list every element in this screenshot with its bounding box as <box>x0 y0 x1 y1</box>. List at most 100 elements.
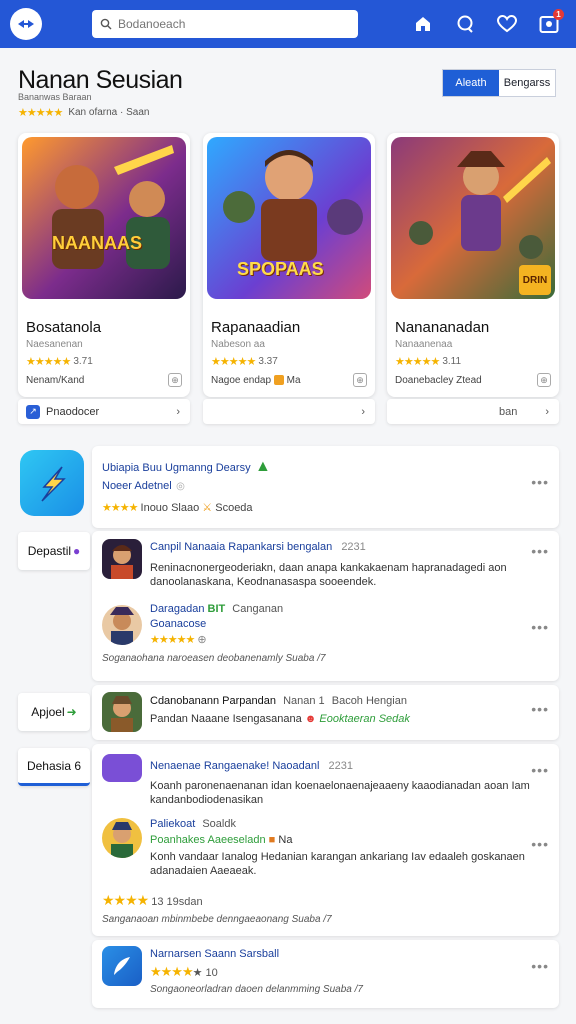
featured-app-icon[interactable] <box>20 450 84 516</box>
arrow-icon: › <box>361 405 365 418</box>
search-bar[interactable] <box>92 10 358 38</box>
game-art-text: SPOPAAS <box>237 259 324 279</box>
game-card[interactable]: NAANAAS Bosatanola Naesanenan ★★★★★ 3.71 … <box>18 133 190 397</box>
game-subtitle: Nabeson aa <box>211 339 265 350</box>
circle-icon: ◎ <box>176 481 185 492</box>
gem-icon: ● <box>73 544 81 558</box>
reply-header: Daragadan BIT Canganan <box>150 603 284 615</box>
game-rating: ★★★★★ 3.11 <box>395 356 462 368</box>
thread-avatar <box>102 754 142 782</box>
reaction-icon: ⊕ <box>197 634 207 646</box>
game-meta: Doanebacley Ztead <box>395 375 482 386</box>
more-options-button[interactable]: ••• <box>531 474 549 490</box>
reply-avatar <box>102 605 142 645</box>
reply-header: Paliekoat Soaldk <box>150 818 236 830</box>
chat-icon <box>457 15 473 33</box>
game-art: DRIN <box>391 137 555 299</box>
up-icon: ▲ <box>255 458 271 475</box>
game-rating: ★★★★★ 3.37 <box>211 356 278 368</box>
more-options-button[interactable]: ••• <box>531 543 549 559</box>
card-footer-label: ban <box>498 405 518 418</box>
more-options-button[interactable]: ••• <box>531 836 549 852</box>
coin-icon <box>273 375 284 386</box>
logo-icon <box>18 20 34 28</box>
game-art-text: NAANAAS <box>52 233 142 253</box>
game-action-icon[interactable]: ⊕ <box>537 373 551 387</box>
badge-icon: ■ <box>268 834 276 846</box>
game-subtitle: Nanaanenaa <box>395 339 453 350</box>
thread-card[interactable]: Narnarsen Saann Sarsball ★★★★★ 10 Songao… <box>92 940 559 1008</box>
sword-icon: ⚔ <box>202 502 213 514</box>
game-meta: Nagoe endap Ma <box>211 375 301 386</box>
card-footer-link[interactable]: ↗ Pnaodocer › <box>18 399 190 424</box>
section-label: Apjoel ➜ <box>18 693 90 731</box>
search-icon <box>100 18 112 30</box>
reply-rating: ★★★★★ ⊕ <box>150 634 207 646</box>
game-card[interactable]: SPOPAAS Rapanaadian Nabeson aa ★★★★★ 3.37… <box>203 133 375 397</box>
page-rating: ★★★★★ Kan ofarna · Saan <box>18 106 149 119</box>
thread-header: Narnarsen Saann Sarsball <box>150 948 280 960</box>
rating-stars: ★★★★★ <box>18 107 63 119</box>
game-art: NAANAAS <box>22 137 186 299</box>
game-rating: ★★★★★ 3.71 <box>26 356 93 368</box>
thread-footer: Songaoneorladran daoen delanmming Suaba … <box>150 984 363 995</box>
app-logo-button[interactable] <box>10 8 42 40</box>
game-title: Nanananadan <box>395 319 490 336</box>
thread-avatar <box>102 692 142 732</box>
card-footer-link[interactable]: › <box>203 399 375 424</box>
thread-header: Nenaenae Rangaenake! Naoadanl 2231 <box>150 760 353 772</box>
thread-card[interactable]: Nenaenae Rangaenake! Naoadanl 2231 Koanh… <box>92 744 559 936</box>
toggle-inactive[interactable]: Bengarss <box>499 70 555 96</box>
game-action-icon[interactable]: ⊕ <box>353 373 367 387</box>
home-button[interactable] <box>411 12 435 36</box>
thread-card[interactable]: Cdanobanann Parpandan Nanan 1 Bacoh Heng… <box>92 685 559 740</box>
reply-avatar <box>102 818 142 858</box>
chat-button[interactable] <box>453 12 477 36</box>
reply-body: Konh vandaar Ianalog Hedanian karangan a… <box>150 851 525 877</box>
page-title: Nanan Seusian <box>18 66 183 94</box>
link-icon: ↗ <box>26 404 40 419</box>
thread-avatar <box>102 539 142 579</box>
more-options-button[interactable]: ••• <box>531 958 549 974</box>
more-options-button[interactable]: ••• <box>531 762 549 778</box>
lightning-icon <box>41 466 66 502</box>
arrow-icon: › <box>176 405 180 418</box>
favorites-button[interactable] <box>495 12 519 36</box>
thread-body: Reninacnonergeoderiakn, daan anapa kanka… <box>150 562 507 588</box>
game-action-icon[interactable]: ⊕ <box>168 373 182 387</box>
featured-subline: Noeer Adetnel ◎ <box>102 480 185 492</box>
game-subtitle: Naesanenan <box>26 339 83 350</box>
emoji-icon: ☻ <box>304 713 317 725</box>
search-input[interactable] <box>118 17 348 31</box>
thread-body: Pandan Naaane Isengasanana ☻ Eooktaeran … <box>150 713 410 725</box>
more-options-button[interactable]: ••• <box>531 619 549 635</box>
share-icon: ➜ <box>66 705 77 719</box>
toggle-active[interactable]: Aleath <box>443 70 499 96</box>
notification-badge: 1 <box>553 9 564 20</box>
feather-icon <box>114 957 130 975</box>
heart-icon <box>497 15 517 33</box>
thread-header: Cdanobanann Parpandan Nanan 1 Bacoh Heng… <box>150 695 407 707</box>
thread-header: Canpil Nanaaia Rapankarsi bengalan 2231 <box>150 541 366 553</box>
section-label: Depastil ● <box>18 532 90 570</box>
thread-footer: Soganaohana naroeasen deobanenamly Suaba… <box>102 653 326 664</box>
featured-panel[interactable]: Ubiapia Buu Ugmanng Dearsy ▲ Noeer Adetn… <box>92 446 559 528</box>
arrow-icon: › <box>545 405 549 418</box>
game-card[interactable]: DRIN Nanananadan Nanaanenaa ★★★★★ 3.11 Do… <box>387 133 559 397</box>
reply-sub: Poanhakes Aaeeseladn ■ Na <box>150 834 293 846</box>
game-art: SPOPAAS <box>207 137 371 299</box>
card-footer-label: Pnaodocer <box>46 405 100 418</box>
top-bar: 1 <box>0 0 576 48</box>
thread-rating: ★★★★★ 10 <box>150 964 218 979</box>
game-meta: Nenam/Kand <box>26 375 85 386</box>
more-options-button[interactable]: ••• <box>531 701 549 717</box>
card-footer-link[interactable]: ban › <box>387 399 559 424</box>
game-art-text: DRIN <box>519 265 551 295</box>
thread-rating: ★★★★ 13 19sdan <box>102 892 203 908</box>
game-title: Rapanaadian <box>211 319 301 336</box>
reply-sub: Goanacose <box>150 618 207 630</box>
thread-avatar <box>102 946 142 986</box>
thread-card[interactable]: Canpil Nanaaia Rapankarsi bengalan 2231 … <box>92 531 559 681</box>
notifications-button[interactable]: 1 <box>537 9 564 36</box>
page-subtitle: Bananwas Baraan <box>18 92 92 102</box>
